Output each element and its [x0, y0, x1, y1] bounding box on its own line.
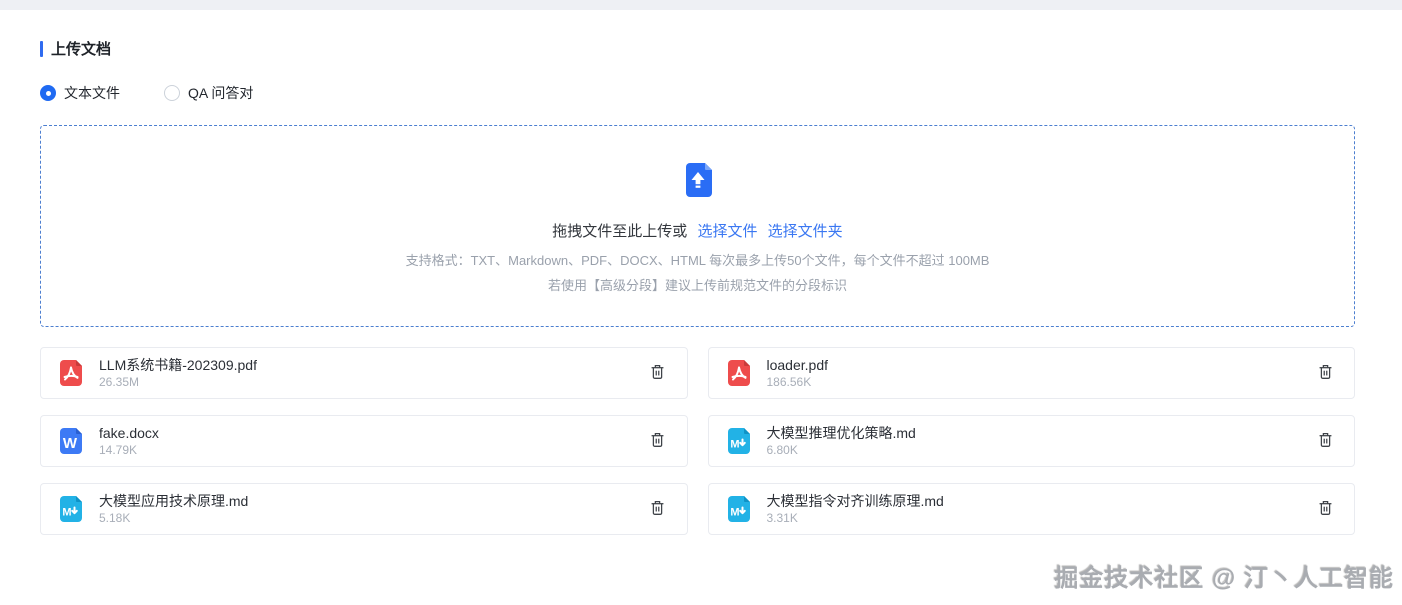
delete-file-button[interactable] [1314, 430, 1336, 452]
trash-icon [1316, 430, 1335, 452]
trash-icon [648, 362, 667, 384]
pdf-file-icon: W M [55, 357, 87, 389]
trash-icon [1316, 362, 1335, 384]
file-card: W M 大模型推理优化策略.md 6.80K [707, 415, 1355, 467]
file-card: W M fake.docx 14.79K [40, 415, 688, 467]
page-title-text: 上传文档 [51, 41, 112, 58]
select-file-link[interactable]: 选择文件 [697, 223, 757, 240]
trash-icon [648, 430, 667, 452]
top-window-strip [0, 0, 1402, 10]
file-type-radio-group: 文本文件 QA 问答对 [40, 83, 1355, 103]
dropzone-segment-hint: 若使用【高级分段】建议上传前规范文件的分段标识 [547, 277, 847, 293]
trash-icon [1316, 498, 1335, 520]
pdf-file-icon: W M [723, 357, 755, 389]
file-grid: W M LLM系统书籍-202309.pdf 26.35M [40, 347, 1355, 535]
dropzone-instruction: 拖拽文件至此上传或 [552, 222, 688, 240]
file-card: W M 大模型应用技术原理.md 5.18K [40, 483, 688, 535]
delete-file-button[interactable] [1314, 498, 1336, 520]
file-name: loader.pdf [766, 357, 829, 373]
file-card: W M 大模型指令对齐训练原理.md 3.31K [707, 483, 1355, 535]
delete-file-button[interactable] [1314, 362, 1336, 384]
radio-unselected-icon[interactable] [164, 85, 180, 101]
file-name: 大模型应用技术原理.md [99, 493, 249, 509]
upload-panel: 上传文档 文本文件 QA 问答对 拖拽文件至此上传或 选择文件 选择文件夹 支持… [0, 10, 1402, 535]
svg-text:W: W [63, 435, 78, 452]
markdown-file-icon: W M [723, 493, 755, 525]
page-title: 上传文档 [40, 38, 1355, 59]
word-file-icon: W M [55, 425, 87, 457]
file-name: 大模型指令对齐训练原理.md [766, 493, 944, 509]
file-size: 5.18K [99, 511, 131, 525]
watermark-text: 掘金技术社区 @ 汀丶人工智能 [1054, 565, 1394, 592]
radio-option-qa-pairs[interactable]: QA 问答对 [164, 83, 253, 103]
file-size: 6.80K [766, 443, 798, 457]
delete-file-button[interactable] [647, 362, 669, 384]
file-card: W M LLM系统书籍-202309.pdf 26.35M [40, 347, 688, 399]
delete-file-button[interactable] [647, 498, 669, 520]
svg-text:M: M [730, 439, 739, 451]
file-name: 大模型推理优化策略.md [766, 425, 916, 441]
svg-text:M: M [62, 507, 71, 519]
radio-option-text-file[interactable]: 文本文件 [40, 83, 120, 103]
file-name: LLM系统书籍-202309.pdf [99, 357, 257, 373]
file-size: 14.79K [99, 443, 138, 457]
file-name: fake.docx [99, 425, 159, 441]
radio-option-label: QA 问答对 [188, 85, 254, 101]
file-size: 3.31K [766, 511, 798, 525]
file-size: 186.56K [766, 375, 812, 389]
title-accent-bar [40, 40, 43, 57]
file-card: W M loader.pdf 186.56K [707, 347, 1355, 399]
delete-file-button[interactable] [647, 430, 669, 452]
markdown-file-icon: W M [55, 493, 87, 525]
file-size: 26.35M [99, 375, 140, 389]
radio-option-label: 文本文件 [64, 85, 120, 101]
file-dropzone[interactable]: 拖拽文件至此上传或 选择文件 选择文件夹 支持格式：TXT、Markdown、P… [40, 125, 1355, 327]
trash-icon [648, 498, 667, 520]
markdown-file-icon: W M [723, 425, 755, 457]
svg-text:M: M [730, 507, 739, 519]
select-folder-link[interactable]: 选择文件夹 [768, 223, 843, 240]
dropzone-format-hint: 支持格式：TXT、Markdown、PDF、DOCX、HTML 每次最多上传50… [405, 252, 990, 268]
file-upload-icon [677, 159, 719, 206]
dropzone-main-text: 拖拽文件至此上传或 选择文件 选择文件夹 [552, 220, 842, 241]
radio-selected-icon[interactable] [40, 85, 56, 101]
